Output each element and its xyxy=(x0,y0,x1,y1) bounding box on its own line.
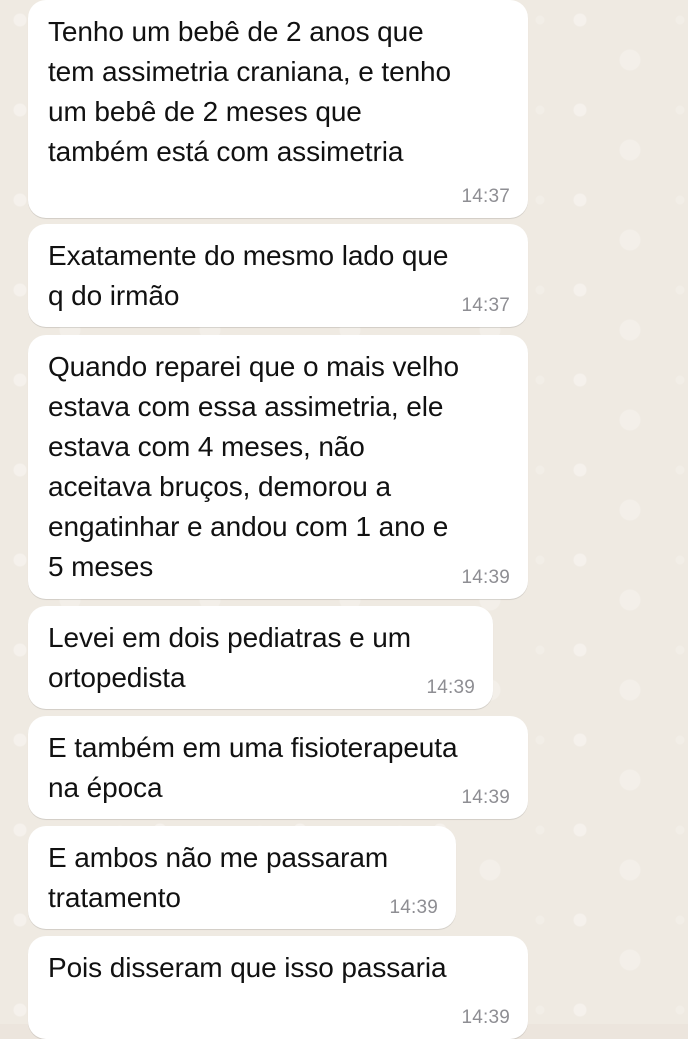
message-bubble[interactable]: Exatamente do mesmo lado que q do irmão … xyxy=(28,224,528,327)
message-timestamp: 14:39 xyxy=(461,787,510,808)
message-text: Levei em dois pediatras e um ortopedista xyxy=(48,622,411,693)
message-timestamp: 14:39 xyxy=(426,677,475,698)
message-bubble[interactable]: Quando reparei que o mais velho estava c… xyxy=(28,335,528,599)
message-timestamp: 14:37 xyxy=(461,186,510,207)
message-timestamp: 14:39 xyxy=(389,897,438,918)
message-text: E também em uma fisioterapeuta na época xyxy=(48,732,458,803)
message-list[interactable]: Tenho um bebê de 2 anos que tem assimetr… xyxy=(0,0,688,1039)
message-bubble[interactable]: Levei em dois pediatras e um ortopedista… xyxy=(28,606,493,709)
message-timestamp: 14:39 xyxy=(461,1007,510,1028)
message-bubble[interactable]: Tenho um bebê de 2 anos que tem assimetr… xyxy=(28,0,528,218)
message-timestamp: 14:37 xyxy=(461,295,510,316)
message-text: E ambos não me passaram tratamento xyxy=(48,842,389,913)
message-text: Tenho um bebê de 2 anos que tem assimetr… xyxy=(48,16,452,167)
message-bubble[interactable]: E ambos não me passaram tratamento 14:39 xyxy=(28,826,456,929)
message-text: Quando reparei que o mais velho estava c… xyxy=(48,351,459,582)
message-text: Pois disseram que isso passaria xyxy=(48,952,447,983)
message-text: Exatamente do mesmo lado que q do irmão xyxy=(48,240,449,311)
message-timestamp: 14:39 xyxy=(461,567,510,588)
message-bubble[interactable]: E também em uma fisioterapeuta na época … xyxy=(28,716,528,819)
